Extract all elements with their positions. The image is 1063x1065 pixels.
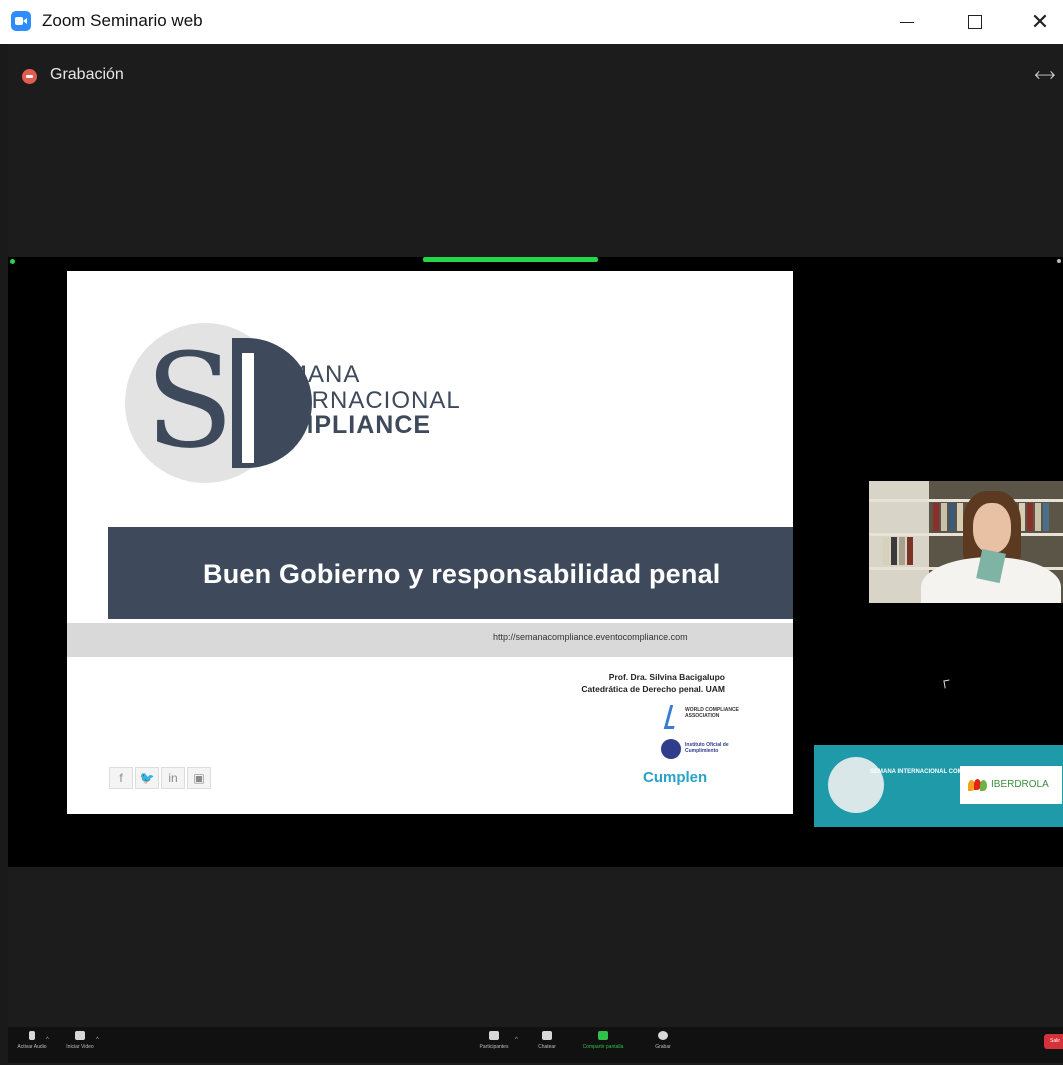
sponsor-company-name: IBERDROLA [991, 779, 1049, 790]
participants-icon [489, 1031, 499, 1040]
minimize-icon [900, 21, 914, 23]
facebook-icon: f [109, 767, 133, 789]
fullscreen-icon[interactable]: ⤢ [1030, 62, 1058, 90]
close-button[interactable]: ✕ [1017, 0, 1063, 44]
record-button[interactable]: Grabar [648, 1031, 678, 1050]
sponsor-event-logo [828, 757, 884, 813]
chat-icon [542, 1031, 552, 1040]
video-books [883, 537, 915, 565]
twitter-icon: 🐦 [135, 767, 159, 789]
event-logo-mark: S [145, 325, 235, 477]
share-indicator-bar [423, 257, 598, 262]
video-camera-icon [75, 1031, 85, 1040]
presentation-slide: S SEMANA INTERNACIONAL COMPLIANCE Buen G… [67, 271, 793, 814]
iberdrola-logo-icon [968, 779, 988, 791]
wca-logo-icon [663, 705, 681, 729]
speaker-video[interactable] [869, 481, 1063, 603]
microphone-icon [29, 1031, 35, 1040]
record-toolbar-icon [658, 1031, 668, 1040]
minimize-button[interactable] [884, 0, 930, 44]
partner-logo-ioc: Instituto Oficial de Cumplimiento [661, 737, 743, 761]
leave-button[interactable]: Salir [1044, 1034, 1063, 1049]
slide-title: Buen Gobierno y responsabilidad penal [203, 559, 721, 589]
event-logo-line3: COMPLIANCE [253, 411, 432, 439]
zoom-app-icon [11, 11, 31, 31]
slide-url: http://semanacompliance.eventocompliance… [493, 632, 688, 642]
presenter-role: Catedrática de Derecho penal. UAM [581, 684, 725, 694]
caret-icon[interactable]: ^ [46, 1037, 49, 1043]
presenter-name: Prof. Dra. Silvina Bacigalupo [608, 672, 725, 682]
partner-logo-cumplen: Cumplen [643, 769, 708, 786]
share-screen-button[interactable]: Compartir pantalla [573, 1031, 633, 1050]
linkedin-icon: in [161, 767, 185, 789]
youtube-icon: ▣ [187, 767, 211, 789]
chat-button[interactable]: Chatear [532, 1031, 562, 1050]
caret-icon[interactable]: ^ [515, 1037, 518, 1043]
social-icons: f 🐦 in ▣ [109, 767, 213, 791]
record-icon [22, 69, 37, 84]
partner-logo-wca: WORLD COMPLIANCE ASSOCIATION [663, 703, 739, 733]
video-shelf [869, 499, 1063, 502]
speaker-face [973, 503, 1011, 553]
mouse-cursor-icon [943, 679, 951, 689]
shared-zoom-toolbar: Activar Audio ^ Iniciar Video ^ Particip… [8, 1027, 1063, 1063]
share-indicator-dot [10, 259, 15, 264]
shared-screen: S SEMANA INTERNACIONAL COMPLIANCE Buen G… [8, 257, 1063, 1063]
maximize-icon [968, 15, 982, 29]
caret-icon[interactable]: ^ [96, 1037, 99, 1043]
share-indicator-dot [1057, 259, 1061, 263]
event-logo-line1: SEMANA [253, 361, 361, 388]
start-video-button[interactable]: Iniciar Video [60, 1031, 100, 1050]
recording-status: Grabación [50, 66, 124, 83]
window-title: Zoom Seminario web [42, 11, 203, 30]
video-books [1019, 503, 1051, 531]
ioc-logo-icon [661, 739, 681, 759]
maximize-button[interactable] [952, 0, 998, 44]
ioc-logo-text: Instituto Oficial de Cumplimiento [685, 742, 729, 754]
window-title-bar: Zoom Seminario web ✕ [0, 0, 1063, 44]
sponsor-banner: SEMANA INTERNACIONAL COMPLIANCE IBERDROL… [814, 745, 1063, 827]
share-screen-icon [598, 1031, 608, 1040]
meeting-view: Grabación ⤢ S SEMANA INTERNACIONAL COMPL… [8, 44, 1063, 1065]
participants-button[interactable]: Participantes [471, 1031, 517, 1050]
wca-logo-text: WORLD COMPLIANCE ASSOCIATION [685, 707, 739, 719]
